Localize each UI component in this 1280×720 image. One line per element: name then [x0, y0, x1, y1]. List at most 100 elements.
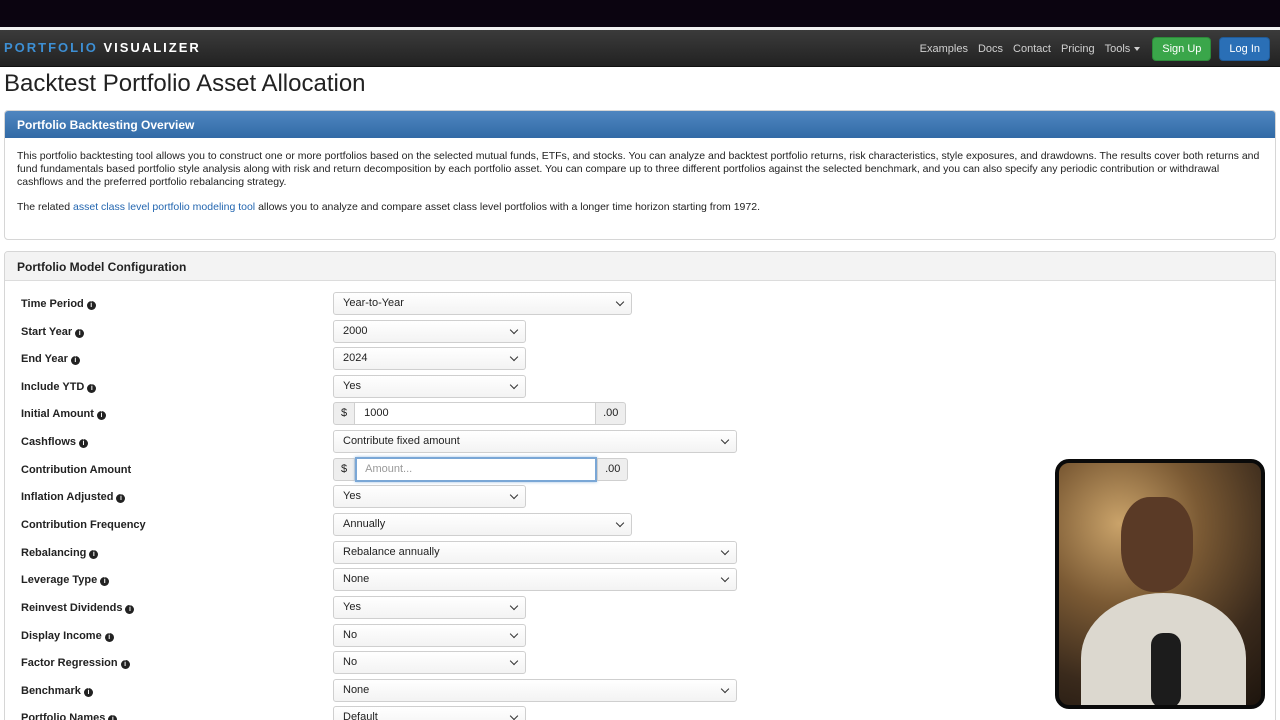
info-icon[interactable]: i — [108, 715, 118, 720]
log-in-button[interactable]: Log In — [1219, 36, 1270, 61]
webcam-overlay — [1055, 459, 1265, 709]
select-value: No — [343, 629, 358, 641]
chevron-down-icon — [611, 514, 631, 535]
select-value: Yes — [343, 601, 361, 613]
chevron-down-icon — [505, 597, 525, 618]
chevron-down-icon — [505, 376, 525, 397]
nav-pricing[interactable]: Pricing — [1061, 43, 1095, 55]
label-initial-amount: Initial Amount i — [21, 402, 106, 426]
nav-tools[interactable]: Tools — [1105, 43, 1141, 55]
asset-class-tool-link[interactable]: asset class level portfolio modeling too… — [73, 201, 255, 213]
info-icon[interactable]: i — [125, 605, 135, 614]
initial-amount-input[interactable]: 1000 — [355, 402, 596, 425]
info-icon[interactable]: i — [87, 384, 97, 393]
chevron-down-icon — [716, 680, 736, 701]
leverage-type-select[interactable]: None — [333, 568, 737, 591]
label-text: Contribution Amount — [21, 464, 132, 476]
label-text: Contribution Frequency — [21, 519, 146, 531]
info-icon[interactable]: i — [116, 494, 126, 503]
select-value: Yes — [343, 490, 361, 502]
chevron-down-icon — [611, 293, 631, 314]
info-icon[interactable]: i — [83, 688, 93, 697]
label-contribution-frequency: Contribution Frequency — [21, 513, 146, 537]
nav-docs[interactable]: Docs — [978, 43, 1003, 55]
info-icon[interactable]: i — [89, 550, 99, 559]
label-text: Factor Regression — [21, 657, 118, 669]
overview-paragraph-1: This portfolio backtesting tool allows y… — [17, 150, 1260, 188]
select-value: Annually — [343, 518, 386, 530]
label-benchmark: Benchmark i — [21, 679, 93, 703]
cents-addon: .00 — [595, 402, 627, 425]
info-icon[interactable]: i — [104, 633, 114, 642]
sign-up-button[interactable]: Sign Up — [1152, 36, 1212, 61]
label-inflation-adjusted: Inflation Adjusted i — [21, 485, 126, 509]
factor-regression-select[interactable]: No — [333, 651, 526, 674]
brand-logo[interactable]: PORTFOLIO VISUALIZER — [4, 40, 201, 55]
label-text: Leverage Type — [21, 574, 98, 586]
overview-body: This portfolio backtesting tool allows y… — [5, 138, 1275, 238]
brand-part2: VISUALIZER — [103, 40, 201, 55]
contribution-amount-group: $ Amount... .00 — [333, 457, 629, 482]
select-value: Year-to-Year — [343, 297, 404, 309]
overview-heading: Portfolio Backtesting Overview — [5, 111, 1275, 138]
start-year-select[interactable]: 2000 — [333, 320, 526, 343]
dollar-addon: $ — [333, 458, 356, 481]
info-icon[interactable]: i — [96, 411, 106, 420]
benchmark-select[interactable]: None — [333, 679, 737, 702]
info-icon[interactable]: i — [79, 439, 89, 448]
display-income-select[interactable]: No — [333, 624, 526, 647]
label-text: Inflation Adjusted — [21, 491, 114, 503]
info-icon[interactable]: i — [86, 301, 96, 310]
label-leverage-type: Leverage Type i — [21, 568, 110, 592]
rebalancing-select[interactable]: Rebalance annually — [333, 541, 737, 564]
time-period-select[interactable]: Year-to-Year — [333, 292, 632, 315]
label-display-income: Display Income i — [21, 624, 114, 648]
info-icon[interactable]: i — [100, 577, 110, 586]
label-reinvest-dividends: Reinvest Dividends i — [21, 596, 135, 620]
portfolio-names-select[interactable]: Default — [333, 706, 526, 720]
select-value: Yes — [343, 380, 361, 392]
select-value: Rebalance annually — [343, 546, 440, 558]
inflation-adjusted-select[interactable]: Yes — [333, 485, 526, 508]
label-end-year: End Year i — [21, 347, 80, 371]
select-value: 2000 — [343, 325, 368, 337]
info-icon[interactable]: i — [70, 356, 80, 365]
chevron-down-icon — [716, 542, 736, 563]
label-text: Display Income — [21, 630, 102, 642]
person-head — [1121, 497, 1193, 592]
contribution-amount-input[interactable]: Amount... — [355, 457, 598, 482]
chevron-down-icon — [505, 652, 525, 673]
caret-down-icon — [1134, 46, 1141, 51]
initial-amount-group: $ 1000 .00 — [333, 402, 627, 425]
chevron-down-icon — [716, 431, 736, 452]
label-text: Reinvest Dividends — [21, 602, 123, 614]
page-title: Backtest Portfolio Asset Allocation — [4, 70, 366, 97]
label-rebalancing: Rebalancing i — [21, 541, 99, 565]
end-year-select[interactable]: 2024 — [333, 347, 526, 370]
label-text: Include YTD — [21, 381, 85, 393]
label-text: End Year — [21, 353, 68, 365]
nav-links: Examples Docs Contact Pricing Tools Sign… — [910, 30, 1270, 67]
chevron-down-icon — [505, 707, 525, 720]
nav-examples[interactable]: Examples — [920, 43, 968, 55]
contribution-frequency-select[interactable]: Annually — [333, 513, 632, 536]
select-value: Default — [343, 711, 378, 720]
info-icon[interactable]: i — [75, 329, 85, 338]
brand-part1: PORTFOLIO — [4, 40, 98, 55]
cents-addon: .00 — [597, 458, 629, 481]
label-text: Cashflows — [21, 436, 77, 448]
include-ytd-select[interactable]: Yes — [333, 375, 526, 398]
label-text: Rebalancing — [21, 547, 87, 559]
info-icon[interactable]: i — [120, 660, 130, 669]
select-value: No — [343, 656, 358, 668]
label-start-year: Start Year i — [21, 320, 85, 344]
label-factor-regression: Factor Regression i — [21, 651, 130, 675]
label-time-period: Time Period i — [21, 292, 96, 316]
label-text: Start Year — [21, 326, 73, 338]
label-contribution-amount: Contribution Amount — [21, 458, 131, 482]
label-cashflows: Cashflows i — [21, 430, 89, 454]
nav-contact[interactable]: Contact — [1013, 43, 1051, 55]
reinvest-dividends-select[interactable]: Yes — [333, 596, 526, 619]
cashflows-select[interactable]: Contribute fixed amount — [333, 430, 737, 453]
para2-after: allows you to analyze and compare asset … — [255, 201, 760, 213]
